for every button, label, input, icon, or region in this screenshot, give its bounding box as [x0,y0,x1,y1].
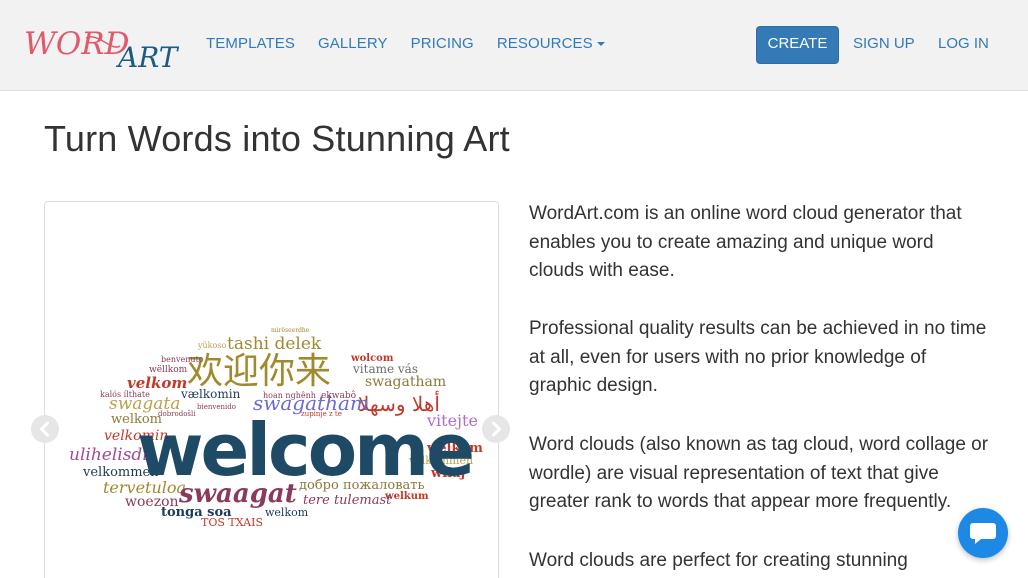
intro-paragraph: WordArt.com is an online word cloud gene… [529,203,962,281]
definition-paragraph: Word clouds (also known as tag cloud, wo… [529,434,989,512]
cloud-word: benvenuto [161,355,204,364]
cloud-word: yükoso [197,341,226,350]
cloud-word: ekwabô [321,390,356,401]
chat-widget-button[interactable] [958,508,1008,558]
create-button[interactable]: CREATE [756,26,839,64]
logo-art-text: ART [115,41,180,74]
cloud-word: mirëseerdhe [271,327,310,334]
cloud-main-word: welcome [137,408,472,492]
log-in-link[interactable]: LOG IN [938,34,989,54]
top-navbar: WORD ART TEMPLATES GALLERY PRICING RESOU… [0,0,1028,91]
cloud-word: welkom [265,506,309,519]
nav-resources-dropdown[interactable]: RESOURCES [497,34,605,54]
usage-paragraph: Word clouds are perfect for creating stu… [529,550,908,571]
cloud-word: tere tulemast [303,493,392,508]
cloud-word: wëllkom [149,365,188,375]
cloud-word: hoan nghênh [263,391,316,400]
chevron-down-icon [596,42,605,47]
cloud-word: vælkomin [180,387,241,401]
quality-paragraph: Professional quality results can be achi… [529,318,987,396]
carousel-prev-button[interactable] [31,415,59,443]
primary-nav: TEMPLATES GALLERY PRICING RESOURCES [206,34,628,54]
chevron-right-icon [492,421,501,437]
logo-word-text: WORD [24,26,130,62]
page-title: Turn Words into Stunning Art [44,118,510,159]
nav-templates-link[interactable]: TEMPLATES [206,34,295,54]
nav-pricing-link[interactable]: PRICING [411,34,474,54]
chevron-left-icon [40,421,49,437]
sign-up-link[interactable]: SIGN UP [853,34,915,54]
cloud-word: TOS TXAIS [201,516,263,529]
example-carousel: yükoso tashi delek 欢迎你来 wolcom vitame vá… [44,201,499,578]
carousel-next-button[interactable] [482,415,510,443]
wordart-logo[interactable]: WORD ART [22,18,186,74]
cloud-word: kalós ílthate [100,390,150,399]
word-cloud-image: yükoso tashi delek 欢迎你来 wolcom vitame vá… [69,327,483,529]
chat-bubble-icon [970,523,996,544]
nav-gallery-link[interactable]: GALLERY [318,34,388,54]
nav-resources-label: RESOURCES [496,35,593,52]
cloud-word: swagatham [365,374,446,390]
cloud-word: ulihelisdi [69,445,148,465]
cloud-word: 欢迎你来 [187,351,331,392]
